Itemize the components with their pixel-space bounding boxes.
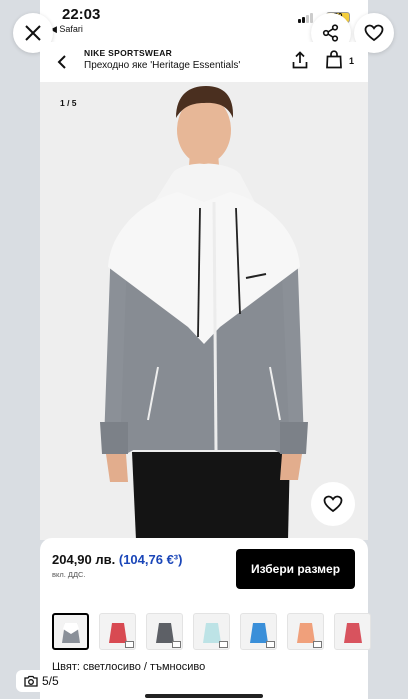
back-to-app-link[interactable]: ◀ Safari (50, 24, 83, 35)
color-thumbnail[interactable] (52, 613, 89, 650)
notify-icon (266, 641, 275, 648)
color-thumbnail[interactable] (99, 613, 136, 650)
bag-icon[interactable] (326, 50, 342, 69)
product-name: Преходно яке 'Heritage Essentials' (84, 60, 241, 71)
color-thumbnails (52, 613, 371, 650)
notify-icon (172, 641, 181, 648)
heart-icon (364, 24, 384, 42)
cart-count: 1 (349, 56, 355, 66)
photo-count: 5/5 (42, 674, 59, 688)
home-indicator (145, 694, 263, 698)
clock: 22:03 (62, 6, 101, 23)
color-thumbnail[interactable] (146, 613, 183, 650)
select-size-button[interactable]: Избери размер (236, 549, 355, 589)
brand-name[interactable]: NIKE SPORTSWEAR (84, 48, 172, 58)
color-thumbnail[interactable] (334, 613, 371, 650)
notify-icon (219, 641, 228, 648)
photo-count-badge: 5/5 (16, 670, 68, 692)
price: 204,90 лв. (104,76 €³) (52, 552, 182, 567)
vat-note: вкл. ДДС. (52, 570, 86, 579)
color-thumbnail[interactable] (240, 613, 277, 650)
signal-icon (298, 13, 313, 23)
product-image-gallery[interactable]: 1 / 5 (40, 82, 368, 540)
heart-icon (323, 495, 343, 513)
camera-icon (24, 675, 38, 687)
color-label: Цвят: светлосиво / тъмносиво (52, 661, 206, 673)
share-icon (322, 24, 339, 42)
color-thumbnail[interactable] (287, 613, 324, 650)
back-arrow-icon[interactable] (57, 54, 67, 70)
notify-icon (313, 641, 322, 648)
purchase-panel: 204,90 лв. (104,76 €³) вкл. ДДС. Избери … (40, 538, 371, 699)
price-eur: (104,76 €³) (118, 552, 183, 567)
upload-icon[interactable] (292, 51, 308, 69)
price-bgn: 204,90 лв. (52, 552, 116, 567)
notify-icon (125, 641, 134, 648)
color-thumbnail[interactable] (193, 613, 230, 650)
product-photo (100, 86, 308, 540)
product-header: NIKE SPORTSWEAR Преходно яке 'Heritage E… (40, 42, 368, 82)
image-wishlist-button[interactable] (311, 482, 355, 526)
close-icon (25, 25, 41, 41)
